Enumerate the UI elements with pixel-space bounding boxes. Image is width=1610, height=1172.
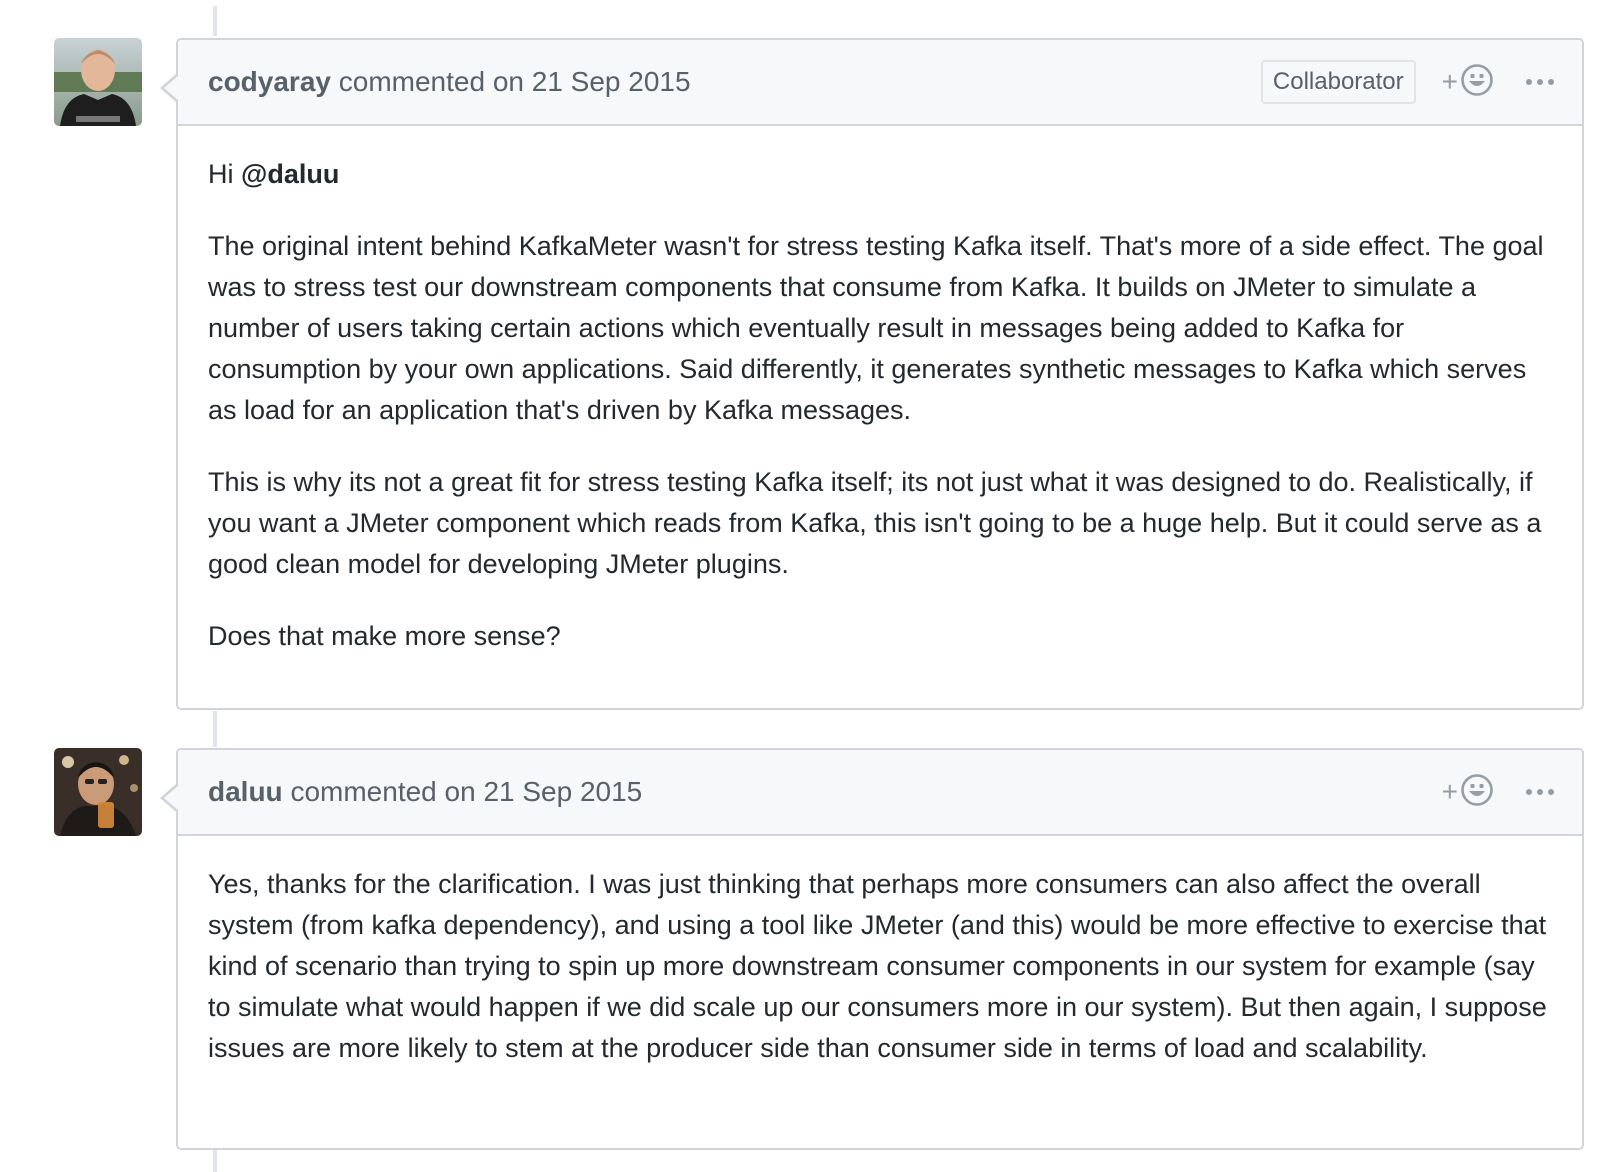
comment-author-link[interactable]: daluu (208, 776, 283, 807)
comment-greeting: Hi @daluu (208, 154, 1552, 195)
comment-paragraph: Does that make more sense? (208, 621, 561, 651)
collaborator-badge: Collaborator (1260, 60, 1416, 104)
comment-header: daluu commented on 21 Sep 2015 + (178, 750, 1582, 836)
greeting-text: Hi (208, 159, 241, 189)
add-reaction-button[interactable]: + (1442, 63, 1494, 102)
user-mention-link[interactable]: @daluu (241, 159, 339, 189)
comment-paragraph: This is why its not a great fit for stre… (208, 467, 1542, 579)
plus-icon: + (1441, 66, 1458, 97)
comment-card: codyaray commented on 21 Sep 2015 Collab… (160, 38, 1584, 710)
plus-icon: + (1441, 776, 1458, 807)
comment-body: Yes, thanks for the clarification. I was… (178, 836, 1582, 1101)
kebab-horizontal-icon[interactable] (1526, 783, 1554, 801)
comment-header: codyaray commented on 21 Sep 2015 Collab… (178, 40, 1582, 126)
add-reaction-button[interactable]: + (1442, 773, 1494, 812)
kebab-horizontal-icon[interactable] (1526, 73, 1554, 91)
comment-header-text: codyaray commented on 21 Sep 2015 (208, 66, 1261, 98)
comment-author-link[interactable]: codyaray (208, 66, 331, 97)
avatar-codyaray[interactable] (54, 38, 142, 126)
comment-paragraph: Yes, thanks for the clarification. I was… (208, 869, 1547, 1063)
comment-timestamp[interactable]: commented on 21 Sep 2015 (290, 776, 642, 807)
avatar-daluu[interactable] (54, 748, 142, 836)
timeline-line-middle (213, 711, 217, 747)
comment-header-text: daluu commented on 21 Sep 2015 (208, 776, 1442, 808)
add-reaction-smiley-icon (1460, 63, 1494, 102)
timeline-line-bottom (213, 1150, 217, 1172)
comment-card: daluu commented on 21 Sep 2015 + Yes, th… (160, 748, 1584, 1150)
timeline-line-top (213, 6, 217, 36)
comment-paragraph: The original intent behind KafkaMeter wa… (208, 231, 1544, 425)
comment-timestamp[interactable]: commented on 21 Sep 2015 (339, 66, 691, 97)
comment-body: Hi @daluu The original intent behind Kaf… (178, 126, 1582, 689)
add-reaction-smiley-icon (1460, 773, 1494, 812)
